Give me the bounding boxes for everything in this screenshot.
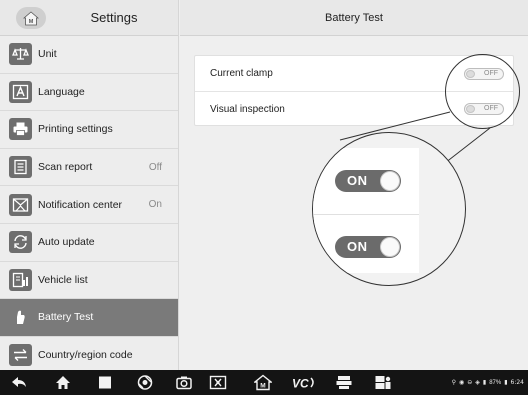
svg-text:M: M: [29, 19, 34, 25]
sidebar-item-label: Auto update: [38, 236, 95, 249]
sidebar-item-label: Printing settings: [38, 123, 113, 136]
zoom-source-circle: [445, 54, 520, 129]
sidebar-item-label: Country/region code: [38, 349, 133, 362]
scale-icon: [9, 43, 32, 66]
zoomed-toggle-panel: ON ON: [313, 148, 419, 273]
home-icon: M: [23, 10, 39, 25]
home-button[interactable]: M: [16, 7, 46, 29]
home-icon[interactable]: [54, 374, 72, 391]
camera-icon[interactable]: [175, 374, 193, 391]
recent-apps-icon[interactable]: [96, 374, 114, 391]
location-icon: ⚲: [451, 379, 456, 386]
sidebar-item-language[interactable]: Language: [0, 74, 178, 112]
maxi-home-icon[interactable]: M: [254, 374, 272, 391]
zoom-divider: [313, 214, 419, 215]
battery-percentage: 87%: [489, 379, 502, 386]
zoomed-toggle-on: ON: [335, 236, 401, 258]
signal-icon: ▮: [482, 379, 487, 386]
vehicle-list-icon: [9, 268, 32, 291]
toggle-knob: [380, 237, 400, 257]
sidebar-item-unit[interactable]: Unit: [0, 36, 178, 74]
settings-sidebar: M Settings Unit Language Printing settin…: [0, 0, 179, 370]
system-taskbar: M VC ⚲ ◉ ⊖ ◈ ▮ 87% ▮ 6:24: [0, 370, 528, 395]
clock: 6:24: [510, 379, 524, 386]
battery-test-icon: [9, 306, 32, 329]
data-manager-icon[interactable]: [335, 374, 353, 391]
option-label: Visual inspection: [210, 103, 285, 115]
back-icon[interactable]: [10, 374, 28, 391]
sync-icon: ◉: [458, 379, 465, 386]
settings-list: Unit Language Printing settings Scan rep…: [0, 36, 178, 370]
screenshot-icon[interactable]: [209, 374, 227, 391]
sidebar-item-label: Battery Test: [38, 311, 94, 324]
update-icon: [9, 231, 32, 254]
sidebar-item-label: Scan report: [38, 161, 93, 174]
battery-icon: ▮: [504, 379, 508, 386]
sidebar-item-label: Notification center: [38, 198, 123, 211]
sidebar-item-scan-report[interactable]: Scan report Off: [0, 149, 178, 187]
toggle-state-text: ON: [347, 173, 368, 188]
sidebar-item-label: Vehicle list: [38, 273, 88, 286]
svg-text:VC: VC: [292, 377, 309, 391]
sidebar-item-label: Language: [38, 85, 85, 98]
sidebar-item-auto-update[interactable]: Auto update: [0, 224, 178, 262]
country-code-icon: [9, 344, 32, 367]
notification-icon: [9, 193, 32, 216]
sidebar-item-vehicle-list[interactable]: Vehicle list: [0, 262, 178, 300]
zoomed-toggle-on: ON: [335, 170, 401, 192]
notification-center-value: On: [148, 199, 162, 211]
sidebar-item-printing-settings[interactable]: Printing settings: [0, 111, 178, 149]
svg-text:M: M: [260, 383, 265, 390]
sidebar-header: M Settings: [0, 0, 178, 36]
report-icon: [9, 156, 32, 179]
sidebar-item-notification-center[interactable]: Notification center On: [0, 186, 178, 224]
printer-icon: [9, 118, 32, 141]
toggle-knob: [380, 171, 400, 191]
page-title: Settings: [90, 10, 138, 25]
vci-icon[interactable]: VC: [291, 374, 317, 391]
sidebar-item-battery-test[interactable]: Battery Test: [0, 299, 178, 337]
browser-icon[interactable]: [136, 374, 154, 391]
status-bar: ⚲ ◉ ⊖ ◈ ▮ 87% ▮ 6:24: [452, 370, 524, 395]
content-header: Battery Test: [180, 0, 528, 36]
language-icon: [9, 80, 32, 103]
toggle-state-text: ON: [347, 239, 368, 254]
shop-manager-icon[interactable]: [374, 374, 392, 391]
scan-report-value: Off: [148, 161, 162, 173]
wifi-icon: ◈: [475, 379, 480, 386]
sidebar-item-country-region-code[interactable]: Country/region code: [0, 337, 178, 370]
do-not-disturb-icon: ⊖: [467, 379, 473, 386]
sidebar-item-label: Unit: [38, 48, 57, 61]
option-label: Current clamp: [210, 68, 273, 79]
zoom-magnified-circle: ON ON: [312, 132, 466, 286]
content-title: Battery Test: [325, 12, 383, 24]
